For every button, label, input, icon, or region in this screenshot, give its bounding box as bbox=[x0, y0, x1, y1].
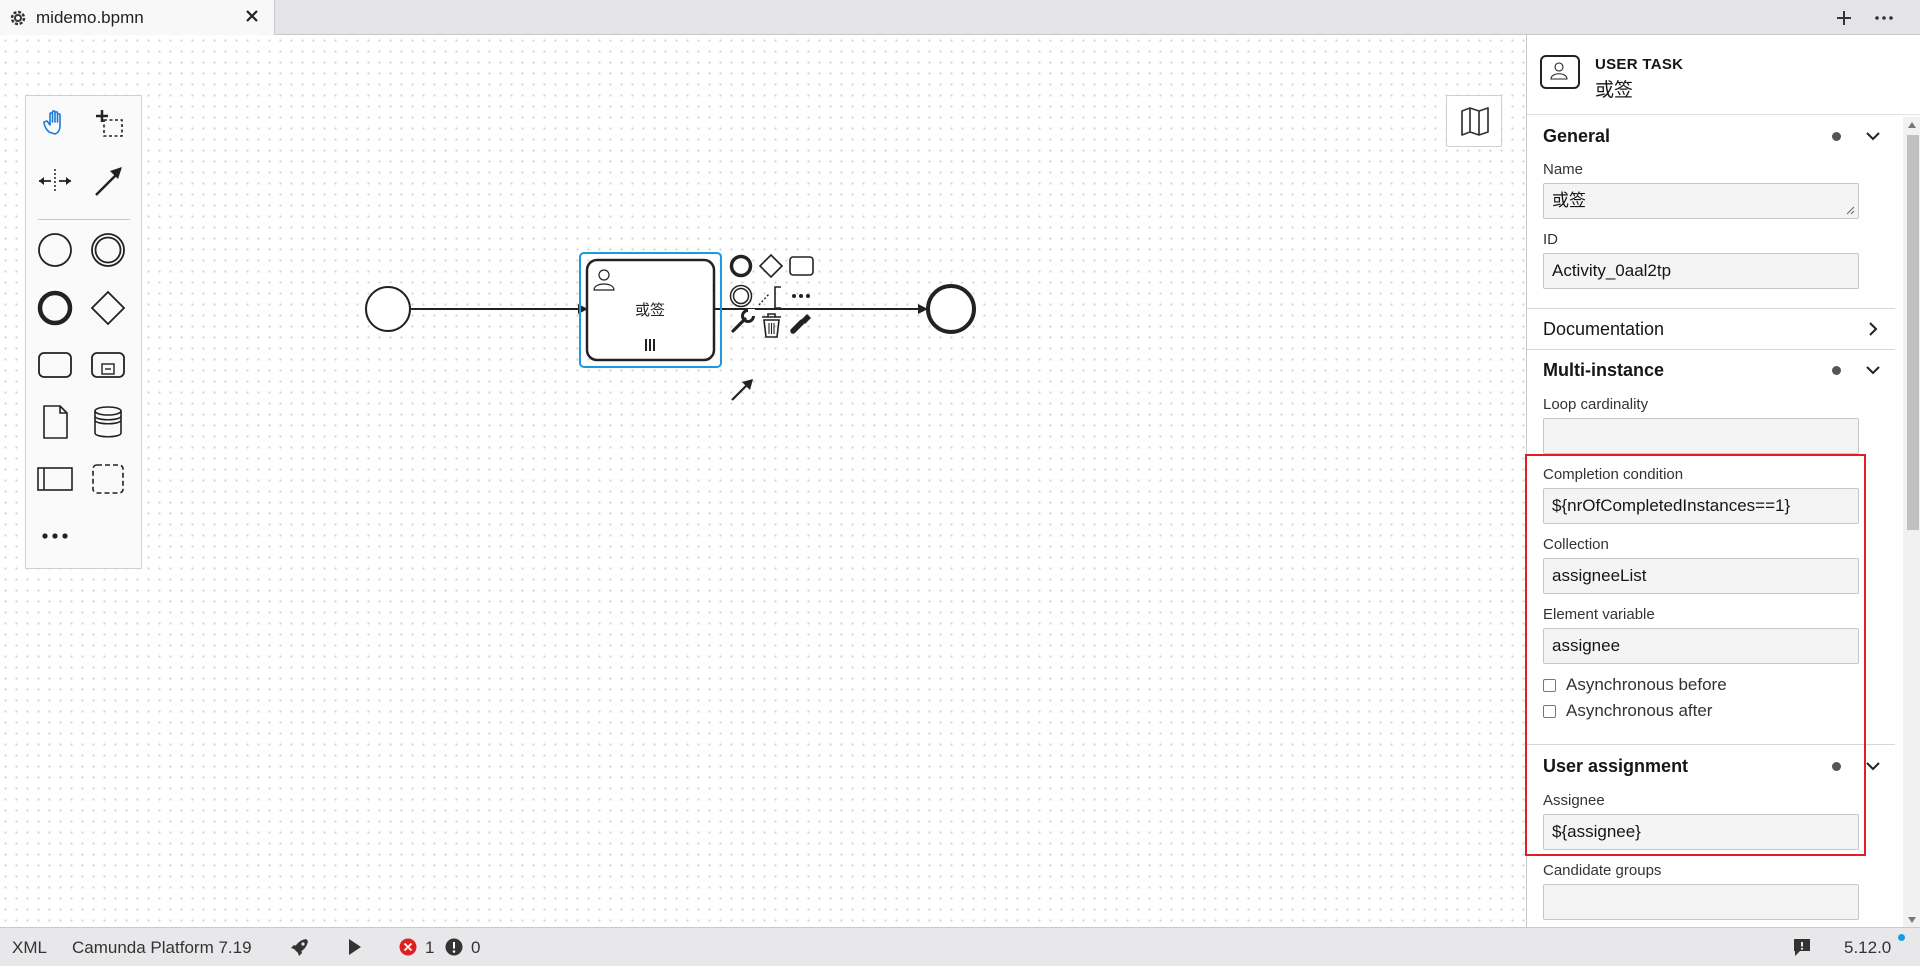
element-type-label: USER TASK bbox=[1595, 56, 1684, 73]
gear-icon bbox=[10, 10, 26, 25]
more-options-icon[interactable] bbox=[792, 294, 810, 298]
general-group-title: General bbox=[1543, 125, 1611, 146]
append-gateway-icon[interactable] bbox=[758, 253, 784, 279]
chevron-right-icon bbox=[1869, 322, 1878, 336]
append-task-icon[interactable] bbox=[789, 256, 814, 276]
append-end-event-icon[interactable] bbox=[729, 254, 753, 278]
error-icon[interactable] bbox=[398, 936, 418, 958]
general-group-header[interactable]: General bbox=[1527, 116, 1895, 156]
close-icon[interactable] bbox=[242, 6, 262, 26]
update-badge bbox=[1898, 934, 1905, 941]
chevron-down-icon bbox=[1866, 366, 1880, 375]
plus-icon[interactable] bbox=[1832, 6, 1856, 30]
data-marker-dot-icon bbox=[1832, 132, 1841, 141]
file-tab[interactable]: midemo.bpmn bbox=[0, 0, 275, 35]
name-value: 或签 bbox=[1552, 191, 1586, 210]
annotation-highlight-box bbox=[1525, 454, 1866, 856]
play-icon[interactable] bbox=[346, 936, 364, 958]
diagram-canvas[interactable]: 或签 bbox=[0, 35, 1526, 956]
xml-view-button[interactable]: XML bbox=[12, 938, 47, 958]
resize-grip-icon bbox=[1846, 206, 1855, 215]
multi-instance-group-header[interactable]: Multi-instance bbox=[1527, 350, 1895, 390]
execution-platform-label[interactable]: Camunda Platform 7.19 bbox=[72, 938, 252, 958]
rocket-icon[interactable] bbox=[288, 936, 312, 958]
version-label[interactable]: 5.12.0 bbox=[1844, 938, 1891, 958]
multi-instance-marker-icon bbox=[645, 339, 655, 351]
chevron-down-icon bbox=[1866, 762, 1880, 771]
scrollbar-thumb[interactable] bbox=[1907, 135, 1919, 530]
properties-header: USER TASK 或签 bbox=[1527, 35, 1920, 115]
loop-cardinality-input[interactable] bbox=[1543, 418, 1859, 454]
candidate-groups-input[interactable] bbox=[1543, 884, 1859, 920]
feedback-icon[interactable] bbox=[1791, 936, 1813, 958]
append-text-annotation-icon[interactable] bbox=[758, 286, 781, 309]
scroll-up-icon[interactable] bbox=[1908, 122, 1916, 128]
more-icon[interactable] bbox=[1872, 6, 1896, 30]
data-marker-dot-icon bbox=[1832, 366, 1841, 375]
name-input[interactable]: 或签 bbox=[1543, 183, 1859, 219]
user-task-type-icon bbox=[1540, 55, 1580, 89]
documentation-group-title: Documentation bbox=[1543, 318, 1665, 339]
context-pad bbox=[729, 253, 814, 401]
file-tab-label: midemo.bpmn bbox=[36, 7, 144, 27]
append-intermediate-event-icon[interactable] bbox=[729, 284, 753, 308]
element-name-label: 或签 bbox=[1595, 80, 1634, 101]
user-task-label: 或签 bbox=[635, 301, 665, 319]
scroll-down-icon[interactable] bbox=[1908, 917, 1916, 923]
delete-trash-icon[interactable] bbox=[762, 313, 781, 338]
bpmn-diagram: 或签 bbox=[365, 252, 976, 401]
user-task[interactable]: 或签 bbox=[585, 258, 716, 362]
name-label: Name bbox=[1543, 161, 1584, 178]
tab-bar: midemo.bpmn bbox=[0, 0, 1920, 35]
warning-icon[interactable] bbox=[444, 936, 464, 958]
change-type-wrench-icon[interactable] bbox=[731, 309, 755, 333]
chevron-down-icon bbox=[1866, 132, 1880, 141]
loop-cardinality-label: Loop cardinality bbox=[1543, 396, 1649, 413]
id-label: ID bbox=[1543, 231, 1558, 248]
start-event[interactable] bbox=[365, 286, 411, 332]
status-bar: XML Camunda Platform 7.19 1 0 5.12.0 bbox=[0, 927, 1920, 966]
properties-scrollbar[interactable] bbox=[1903, 117, 1920, 927]
color-brush-icon[interactable] bbox=[790, 314, 811, 334]
multi-instance-group-title: Multi-instance bbox=[1543, 359, 1665, 380]
candidate-groups-label: Candidate groups bbox=[1543, 862, 1662, 879]
documentation-group-header[interactable]: Documentation bbox=[1527, 309, 1895, 349]
connect-arrow-icon[interactable] bbox=[731, 379, 753, 401]
warning-count[interactable]: 0 bbox=[471, 938, 480, 958]
id-input[interactable]: Activity_0aal2tp bbox=[1543, 253, 1859, 289]
error-count[interactable]: 1 bbox=[425, 938, 434, 958]
end-event[interactable] bbox=[926, 284, 976, 334]
